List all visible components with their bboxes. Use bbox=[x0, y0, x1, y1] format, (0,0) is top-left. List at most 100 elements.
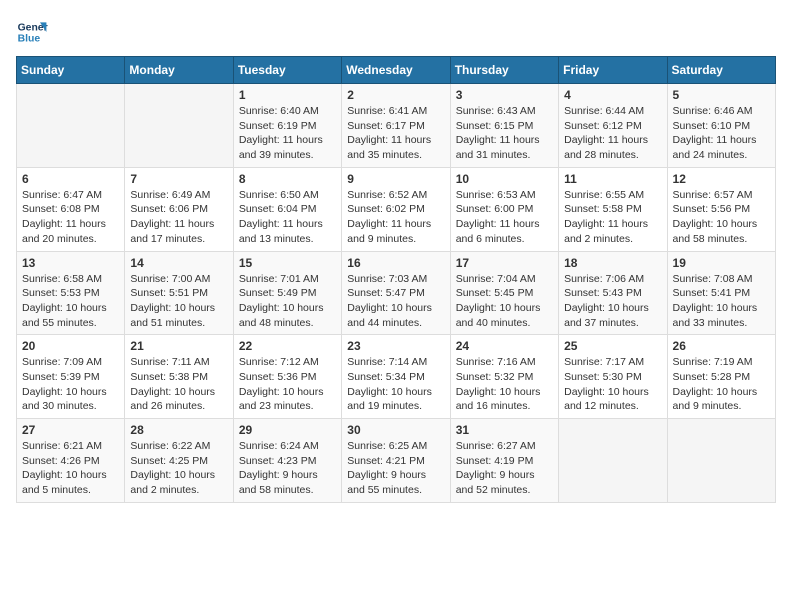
day-info: Sunrise: 7:17 AM Sunset: 5:30 PM Dayligh… bbox=[564, 355, 661, 414]
day-cell: 12 Sunrise: 6:57 AM Sunset: 5:56 PM Dayli… bbox=[667, 167, 775, 251]
day-cell bbox=[125, 84, 233, 168]
day-number: 17 bbox=[456, 256, 553, 270]
day-number: 24 bbox=[456, 339, 553, 353]
day-info: Sunrise: 6:27 AM Sunset: 4:19 PM Dayligh… bbox=[456, 439, 553, 498]
day-number: 6 bbox=[22, 172, 119, 186]
day-number: 16 bbox=[347, 256, 444, 270]
col-header-thursday: Thursday bbox=[450, 57, 558, 84]
day-info: Sunrise: 7:01 AM Sunset: 5:49 PM Dayligh… bbox=[239, 272, 336, 331]
col-header-sunday: Sunday bbox=[17, 57, 125, 84]
day-info: Sunrise: 6:40 AM Sunset: 6:19 PM Dayligh… bbox=[239, 104, 336, 163]
day-cell bbox=[17, 84, 125, 168]
day-cell: 13 Sunrise: 6:58 AM Sunset: 5:53 PM Dayli… bbox=[17, 251, 125, 335]
header: General Blue bbox=[16, 16, 776, 48]
week-row-5: 27Sunrise: 6:21 AM Sunset: 4:26 PM Dayli… bbox=[17, 419, 776, 503]
day-info: Sunrise: 6:55 AM Sunset: 5:58 PM Dayligh… bbox=[564, 188, 661, 247]
week-row-3: 13 Sunrise: 6:58 AM Sunset: 5:53 PM Dayli… bbox=[17, 251, 776, 335]
day-cell: 22 Sunrise: 7:12 AM Sunset: 5:36 PM Dayli… bbox=[233, 335, 341, 419]
day-cell: 15 Sunrise: 7:01 AM Sunset: 5:49 PM Dayli… bbox=[233, 251, 341, 335]
day-number: 1 bbox=[239, 88, 336, 102]
day-number: 26 bbox=[673, 339, 770, 353]
day-number: 19 bbox=[673, 256, 770, 270]
day-cell: 6 Sunrise: 6:47 AM Sunset: 6:08 PM Daylig… bbox=[17, 167, 125, 251]
day-number: 11 bbox=[564, 172, 661, 186]
logo: General Blue bbox=[16, 16, 48, 48]
day-cell: 3Sunrise: 6:43 AM Sunset: 6:15 PM Daylig… bbox=[450, 84, 558, 168]
day-cell bbox=[559, 419, 667, 503]
day-cell: 21 Sunrise: 7:11 AM Sunset: 5:38 PM Dayli… bbox=[125, 335, 233, 419]
col-header-tuesday: Tuesday bbox=[233, 57, 341, 84]
day-cell: 4Sunrise: 6:44 AM Sunset: 6:12 PM Daylig… bbox=[559, 84, 667, 168]
day-info: Sunrise: 6:25 AM Sunset: 4:21 PM Dayligh… bbox=[347, 439, 444, 498]
day-info: Sunrise: 6:24 AM Sunset: 4:23 PM Dayligh… bbox=[239, 439, 336, 498]
day-cell: 9Sunrise: 6:52 AM Sunset: 6:02 PM Daylig… bbox=[342, 167, 450, 251]
day-info: Sunrise: 7:04 AM Sunset: 5:45 PM Dayligh… bbox=[456, 272, 553, 331]
day-info: Sunrise: 7:14 AM Sunset: 5:34 PM Dayligh… bbox=[347, 355, 444, 414]
day-info: Sunrise: 7:19 AM Sunset: 5:28 PM Dayligh… bbox=[673, 355, 770, 414]
day-cell: 17 Sunrise: 7:04 AM Sunset: 5:45 PM Dayli… bbox=[450, 251, 558, 335]
day-cell: 24 Sunrise: 7:16 AM Sunset: 5:32 PM Dayli… bbox=[450, 335, 558, 419]
day-cell: 23Sunrise: 7:14 AM Sunset: 5:34 PM Dayli… bbox=[342, 335, 450, 419]
day-info: Sunrise: 6:47 AM Sunset: 6:08 PM Dayligh… bbox=[22, 188, 119, 247]
day-number: 8 bbox=[239, 172, 336, 186]
day-info: Sunrise: 7:16 AM Sunset: 5:32 PM Dayligh… bbox=[456, 355, 553, 414]
day-number: 7 bbox=[130, 172, 227, 186]
day-number: 9 bbox=[347, 172, 444, 186]
col-header-friday: Friday bbox=[559, 57, 667, 84]
day-info: Sunrise: 7:11 AM Sunset: 5:38 PM Dayligh… bbox=[130, 355, 227, 414]
day-number: 28 bbox=[130, 423, 227, 437]
day-info: Sunrise: 6:57 AM Sunset: 5:56 PM Dayligh… bbox=[673, 188, 770, 247]
day-cell: 25 Sunrise: 7:17 AM Sunset: 5:30 PM Dayli… bbox=[559, 335, 667, 419]
day-cell: 8Sunrise: 6:50 AM Sunset: 6:04 PM Daylig… bbox=[233, 167, 341, 251]
day-number: 20 bbox=[22, 339, 119, 353]
day-cell: 20 Sunrise: 7:09 AM Sunset: 5:39 PM Dayli… bbox=[17, 335, 125, 419]
day-info: Sunrise: 6:46 AM Sunset: 6:10 PM Dayligh… bbox=[673, 104, 770, 163]
day-info: Sunrise: 7:09 AM Sunset: 5:39 PM Dayligh… bbox=[22, 355, 119, 414]
day-info: Sunrise: 7:06 AM Sunset: 5:43 PM Dayligh… bbox=[564, 272, 661, 331]
day-number: 22 bbox=[239, 339, 336, 353]
day-cell: 26 Sunrise: 7:19 AM Sunset: 5:28 PM Dayli… bbox=[667, 335, 775, 419]
col-header-wednesday: Wednesday bbox=[342, 57, 450, 84]
day-cell: 16 Sunrise: 7:03 AM Sunset: 5:47 PM Dayli… bbox=[342, 251, 450, 335]
day-number: 29 bbox=[239, 423, 336, 437]
day-number: 21 bbox=[130, 339, 227, 353]
col-header-monday: Monday bbox=[125, 57, 233, 84]
day-cell: 14Sunrise: 7:00 AM Sunset: 5:51 PM Dayli… bbox=[125, 251, 233, 335]
day-info: Sunrise: 6:43 AM Sunset: 6:15 PM Dayligh… bbox=[456, 104, 553, 163]
day-cell: 31 Sunrise: 6:27 AM Sunset: 4:19 PM Dayli… bbox=[450, 419, 558, 503]
day-cell: 29 Sunrise: 6:24 AM Sunset: 4:23 PM Dayli… bbox=[233, 419, 341, 503]
day-cell: 19 Sunrise: 7:08 AM Sunset: 5:41 PM Dayli… bbox=[667, 251, 775, 335]
day-number: 18 bbox=[564, 256, 661, 270]
day-cell: 28 Sunrise: 6:22 AM Sunset: 4:25 PM Dayli… bbox=[125, 419, 233, 503]
day-info: Sunrise: 6:22 AM Sunset: 4:25 PM Dayligh… bbox=[130, 439, 227, 498]
day-cell: 27Sunrise: 6:21 AM Sunset: 4:26 PM Dayli… bbox=[17, 419, 125, 503]
day-info: Sunrise: 7:08 AM Sunset: 5:41 PM Dayligh… bbox=[673, 272, 770, 331]
day-number: 2 bbox=[347, 88, 444, 102]
svg-text:Blue: Blue bbox=[18, 34, 41, 45]
day-cell: 5 Sunrise: 6:46 AM Sunset: 6:10 PM Daylig… bbox=[667, 84, 775, 168]
week-row-4: 20 Sunrise: 7:09 AM Sunset: 5:39 PM Dayli… bbox=[17, 335, 776, 419]
day-number: 4 bbox=[564, 88, 661, 102]
week-row-2: 6 Sunrise: 6:47 AM Sunset: 6:08 PM Daylig… bbox=[17, 167, 776, 251]
header-row: SundayMondayTuesdayWednesdayThursdayFrid… bbox=[17, 57, 776, 84]
day-cell: 18 Sunrise: 7:06 AM Sunset: 5:43 PM Dayli… bbox=[559, 251, 667, 335]
day-number: 13 bbox=[22, 256, 119, 270]
day-cell: 30 Sunrise: 6:25 AM Sunset: 4:21 PM Dayli… bbox=[342, 419, 450, 503]
day-number: 12 bbox=[673, 172, 770, 186]
col-header-saturday: Saturday bbox=[667, 57, 775, 84]
day-number: 30 bbox=[347, 423, 444, 437]
day-info: Sunrise: 7:03 AM Sunset: 5:47 PM Dayligh… bbox=[347, 272, 444, 331]
day-number: 5 bbox=[673, 88, 770, 102]
day-info: Sunrise: 6:53 AM Sunset: 6:00 PM Dayligh… bbox=[456, 188, 553, 247]
day-number: 31 bbox=[456, 423, 553, 437]
day-number: 25 bbox=[564, 339, 661, 353]
day-info: Sunrise: 6:58 AM Sunset: 5:53 PM Dayligh… bbox=[22, 272, 119, 331]
day-number: 15 bbox=[239, 256, 336, 270]
week-row-1: 1 Sunrise: 6:40 AM Sunset: 6:19 PM Daylig… bbox=[17, 84, 776, 168]
day-info: Sunrise: 7:12 AM Sunset: 5:36 PM Dayligh… bbox=[239, 355, 336, 414]
day-cell: 2Sunrise: 6:41 AM Sunset: 6:17 PM Daylig… bbox=[342, 84, 450, 168]
day-info: Sunrise: 6:49 AM Sunset: 6:06 PM Dayligh… bbox=[130, 188, 227, 247]
day-cell bbox=[667, 419, 775, 503]
logo-icon: General Blue bbox=[16, 16, 48, 48]
day-number: 14 bbox=[130, 256, 227, 270]
